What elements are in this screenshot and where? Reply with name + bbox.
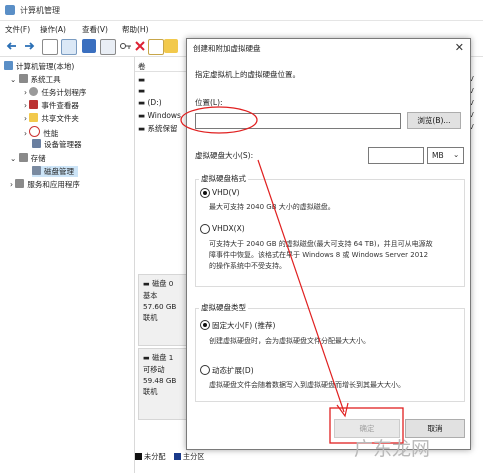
annotation-arrow-line — [257, 159, 345, 413]
annotation-arrow-head — [336, 402, 349, 418]
red-annotation-overlay — [180, 106, 404, 444]
watermark-text: 广东龙网 — [354, 438, 431, 460]
location-highlight-ellipse — [180, 106, 258, 134]
